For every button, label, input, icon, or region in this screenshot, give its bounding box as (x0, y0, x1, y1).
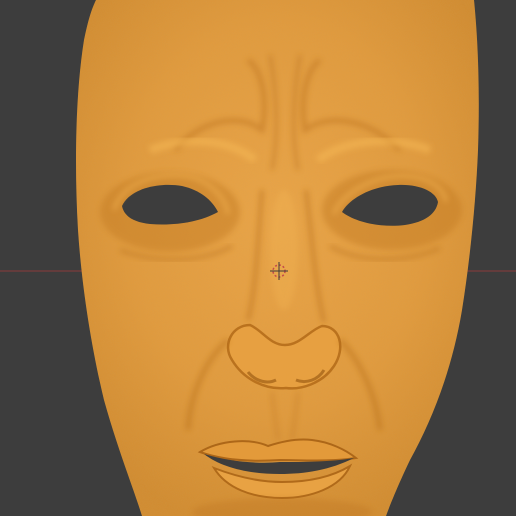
3d-viewport[interactable] (0, 0, 516, 516)
viewport-scene[interactable] (0, 0, 516, 516)
nose-bridge-highlight (270, 190, 298, 310)
mask-model[interactable] (76, 0, 479, 516)
